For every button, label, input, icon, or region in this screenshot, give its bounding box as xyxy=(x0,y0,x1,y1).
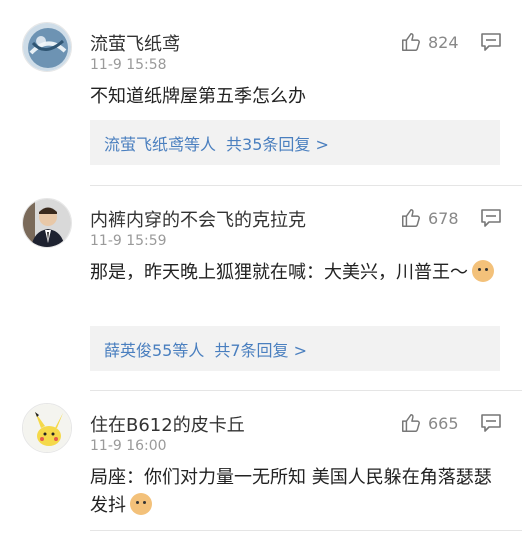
like-count: 824 xyxy=(428,32,459,52)
divider xyxy=(90,185,522,186)
timestamp: 11-9 15:58 xyxy=(90,57,167,73)
reply-summary[interactable]: 流萤飞纸鸢等人 共35条回复 > xyxy=(90,120,500,165)
pikachu-avatar-icon xyxy=(23,404,71,452)
like-button[interactable]: 678 xyxy=(400,207,459,229)
comment-text-content: 那是，昨天晚上狐狸就在喊：大美兴，川普王～ xyxy=(90,262,468,283)
doge-emoji-icon xyxy=(472,260,494,282)
comment-text: 那是，昨天晚上狐狸就在喊：大美兴，川普王～ xyxy=(90,259,500,287)
doge-emoji-icon xyxy=(130,493,152,515)
username[interactable]: 内裤内穿的不会飞的克拉克 xyxy=(90,206,306,232)
avatar[interactable] xyxy=(22,403,72,453)
timestamp: 11-9 15:59 xyxy=(90,233,167,249)
reply-names[interactable]: 流萤飞纸鸢等人 xyxy=(104,131,216,155)
divider xyxy=(90,390,522,391)
comment-text: 局座：你们对力量一无所知 美国人民躲在角落瑟瑟发抖 xyxy=(90,464,500,520)
comment-reply-icon[interactable] xyxy=(480,413,502,433)
timestamp: 11-9 16:00 xyxy=(90,438,167,454)
reply-summary[interactable]: 薛英俊55等人 共7条回复 > xyxy=(90,326,500,371)
thumbs-up-icon xyxy=(402,209,420,227)
like-button[interactable]: 665 xyxy=(400,412,459,434)
username[interactable]: 住在B612的皮卡丘 xyxy=(90,411,245,437)
avatar[interactable] xyxy=(22,198,72,248)
comment-reply-icon[interactable] xyxy=(480,208,502,228)
comment-text: 不知道纸牌屋第五季怎么办 xyxy=(90,86,306,107)
like-count: 678 xyxy=(428,208,459,228)
avatar[interactable] xyxy=(22,22,72,72)
reply-count-link[interactable]: 共35条回复 > xyxy=(226,131,329,155)
man-in-suit-avatar-icon xyxy=(23,199,71,247)
comment-reply-icon[interactable] xyxy=(480,32,502,52)
reply-names[interactable]: 薛英俊55等人 xyxy=(104,337,204,361)
like-button[interactable]: 824 xyxy=(400,31,459,53)
thumbs-up-icon xyxy=(402,414,420,432)
like-count: 665 xyxy=(428,413,459,433)
thumbs-up-icon xyxy=(402,33,420,51)
username[interactable]: 流萤飞纸鸢 xyxy=(90,30,180,56)
reply-count-link[interactable]: 共7条回复 > xyxy=(214,337,307,361)
globe-painting-avatar-icon xyxy=(23,23,71,71)
divider xyxy=(90,530,522,531)
